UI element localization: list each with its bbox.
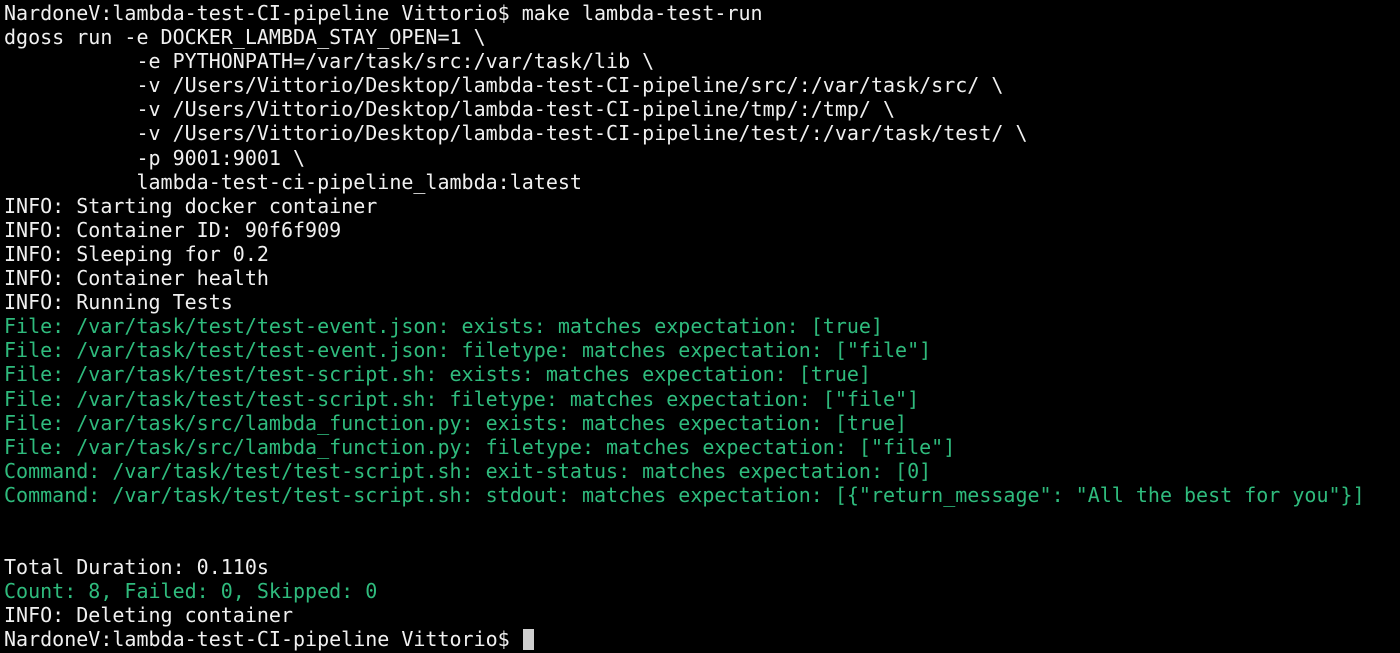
terminal-output-line: File: /var/task/test/test-event.json: fi… xyxy=(4,338,932,363)
terminal-output-line: INFO: Sleeping for 0.2 xyxy=(4,241,269,266)
terminal-prompt-line[interactable]: NardoneV:lambda-test-CI-pipeline Vittori… xyxy=(4,627,1400,651)
shell-prompt: NardoneV:lambda-test-CI-pipeline Vittori… xyxy=(4,627,522,652)
terminal-window[interactable]: NardoneV:lambda-test-CI-pipeline Vittori… xyxy=(0,0,1400,653)
terminal-output-line: Total Duration: 0.110s xyxy=(4,555,269,580)
terminal-output-line: File: /var/task/test/test-event.json: ex… xyxy=(4,314,883,339)
terminal-output-line: INFO: Container ID: 90f6f909 xyxy=(4,217,342,242)
terminal-output-line: -e PYTHONPATH=/var/task/src:/var/task/li… xyxy=(4,49,655,74)
terminal-output: NardoneV:lambda-test-CI-pipeline Vittori… xyxy=(4,1,1400,627)
terminal-output-line: -v /Users/Vittorio/Desktop/lambda-test-C… xyxy=(4,97,896,122)
terminal-output-line: INFO: Deleting container xyxy=(4,603,293,628)
terminal-output-line: NardoneV:lambda-test-CI-pipeline Vittori… xyxy=(4,1,763,25)
terminal-output-line: -v /Users/Vittorio/Desktop/lambda-test-C… xyxy=(4,121,1028,146)
terminal-output-line: Count: 8, Failed: 0, Skipped: 0 xyxy=(4,579,378,604)
terminal-output-line: lambda-test-ci-pipeline_lambda:latest xyxy=(4,169,582,194)
terminal-output-line: dgoss run -e DOCKER_LAMBDA_STAY_OPEN=1 \ xyxy=(4,25,486,50)
terminal-output-line: -v /Users/Vittorio/Desktop/lambda-test-C… xyxy=(4,73,1004,98)
terminal-output-line: INFO: Starting docker container xyxy=(4,193,378,218)
text-cursor xyxy=(522,629,534,651)
terminal-output-line: Command: /var/task/test/test-script.sh: … xyxy=(4,482,1365,507)
terminal-output-line: File: /var/task/test/test-script.sh: fil… xyxy=(4,386,920,411)
terminal-output-line: INFO: Container health xyxy=(4,266,269,291)
terminal-output-line: File: /var/task/src/lambda_function.py: … xyxy=(4,410,908,435)
terminal-output-line: INFO: Running Tests xyxy=(4,290,233,315)
terminal-output-line: File: /var/task/src/lambda_function.py: … xyxy=(4,434,956,459)
terminal-output-line: Command: /var/task/test/test-script.sh: … xyxy=(4,458,932,483)
terminal-output-line: -p 9001:9001 \ xyxy=(4,145,306,170)
terminal-output-line: File: /var/task/test/test-script.sh: exi… xyxy=(4,362,871,387)
